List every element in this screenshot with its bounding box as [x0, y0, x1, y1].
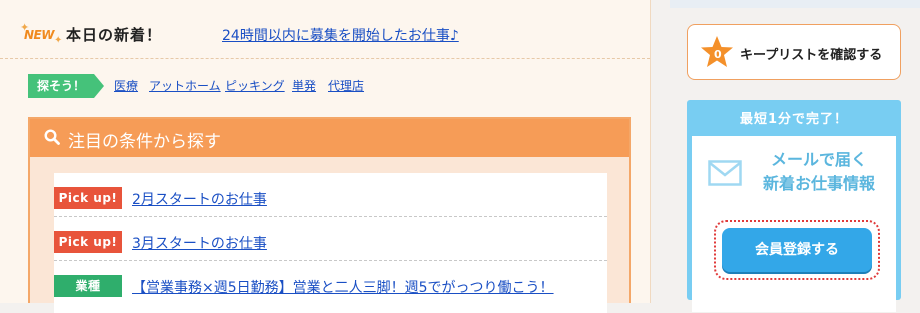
featured-conditions-panel: 注目の条件から探す Pick up! 2月スタートのお仕事 Pick up! 3…	[28, 117, 631, 313]
search-tag: 探そう！	[28, 74, 104, 98]
envelope-icon	[708, 160, 742, 186]
mail-line-2: 新着お仕事情報	[762, 174, 875, 193]
main-panel: ✦ NEW ✦ 本日の新着！ 24時間以内に募集を開始したお仕事♪ 探そう！ 医…	[0, 0, 651, 313]
keep-list-label: キープリストを確認する	[740, 48, 883, 63]
featured-list: Pick up! 2月スタートのお仕事 Pick up! 3月スタートのお仕事 …	[54, 173, 607, 313]
mail-line-1: メールで届く	[770, 150, 867, 169]
pickup-badge: Pick up!	[54, 187, 122, 209]
featured-link[interactable]: 3月スタートのお仕事	[132, 233, 267, 253]
register-button-frame: 会員登録する	[714, 220, 880, 280]
register-button[interactable]: 会員登録する	[722, 228, 872, 272]
new-arrivals-link[interactable]: 24時間以内に募集を開始したお仕事♪	[222, 25, 459, 45]
list-item: Pick up! 3月スタートのお仕事	[54, 217, 607, 261]
featured-link[interactable]: 【営業事務×週5日勤務】営業と二人三脚！週5でがっつり働こう！	[132, 277, 554, 297]
industry-badge: 業種	[54, 275, 122, 297]
mail-signup-header: 最短1分で完了！	[739, 112, 849, 127]
new-arrivals-title: 本日の新着！	[66, 26, 163, 44]
featured-header: 注目の条件から探す	[30, 119, 629, 157]
pickup-badge: Pick up!	[54, 231, 122, 253]
new-logo: ✦ NEW ✦	[20, 22, 63, 48]
keyword-link-medical[interactable]: 医療	[114, 77, 138, 94]
sparkle-icon: ✦	[54, 35, 63, 46]
featured-title: 注目の条件から探す	[68, 132, 221, 152]
mail-signup-box: 最短1分で完了！ メールで届く 新着お仕事情報 会員登録する	[687, 100, 901, 312]
search-icon	[44, 129, 60, 145]
keyword-link-agency[interactable]: 代理店	[328, 77, 364, 94]
keep-count: 0	[714, 48, 722, 61]
featured-link[interactable]: 2月スタートのお仕事	[132, 189, 267, 209]
list-item: Pick up! 2月スタートのお仕事	[54, 173, 607, 217]
new-arrivals-bar: ✦ NEW ✦ 本日の新着！ 24時間以内に募集を開始したお仕事♪	[0, 10, 650, 59]
header-strip	[670, 0, 920, 8]
mail-signup-body: メールで届く 新着お仕事情報 会員登録する	[692, 136, 896, 312]
mail-signup-text: メールで届く 新着お仕事情報	[754, 148, 884, 196]
keyword-link-one-off[interactable]: 単発	[292, 77, 316, 94]
keyword-link-at-home[interactable]: アットホーム	[149, 77, 221, 94]
keyword-link-picking[interactable]: ピッキング	[225, 77, 285, 94]
keep-list-button[interactable]: 0 キープリストを確認する	[687, 24, 901, 80]
list-item: 業種 【営業事務×週5日勤務】営業と二人三脚！週5でがっつり働こう！	[54, 261, 607, 305]
new-logo-text: NEW	[24, 28, 54, 42]
